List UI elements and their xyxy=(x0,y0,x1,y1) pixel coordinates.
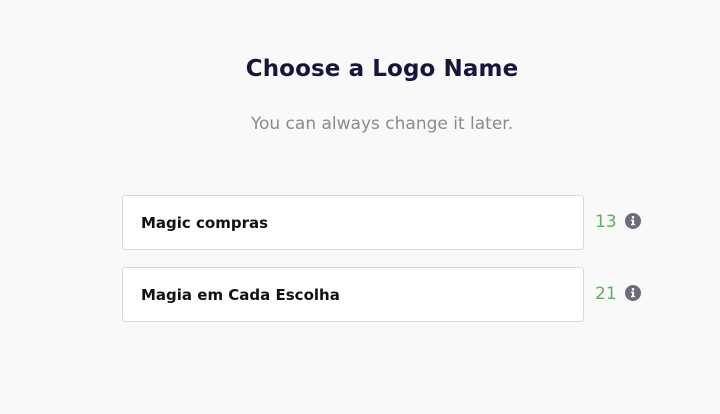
page-subtitle: You can always change it later. xyxy=(250,114,514,134)
info-icon[interactable] xyxy=(625,213,641,229)
logo-name-input[interactable] xyxy=(122,195,584,250)
character-count: 13 xyxy=(595,212,617,232)
page-title: Choose a Logo Name xyxy=(245,56,519,82)
logo-name-row: 21 xyxy=(122,267,652,324)
character-count: 21 xyxy=(595,284,617,304)
logo-name-input[interactable] xyxy=(122,267,584,322)
logo-name-page: Choose a Logo Name You can always change… xyxy=(0,0,720,414)
logo-name-row: 13 xyxy=(122,195,652,252)
info-icon[interactable] xyxy=(625,285,641,301)
